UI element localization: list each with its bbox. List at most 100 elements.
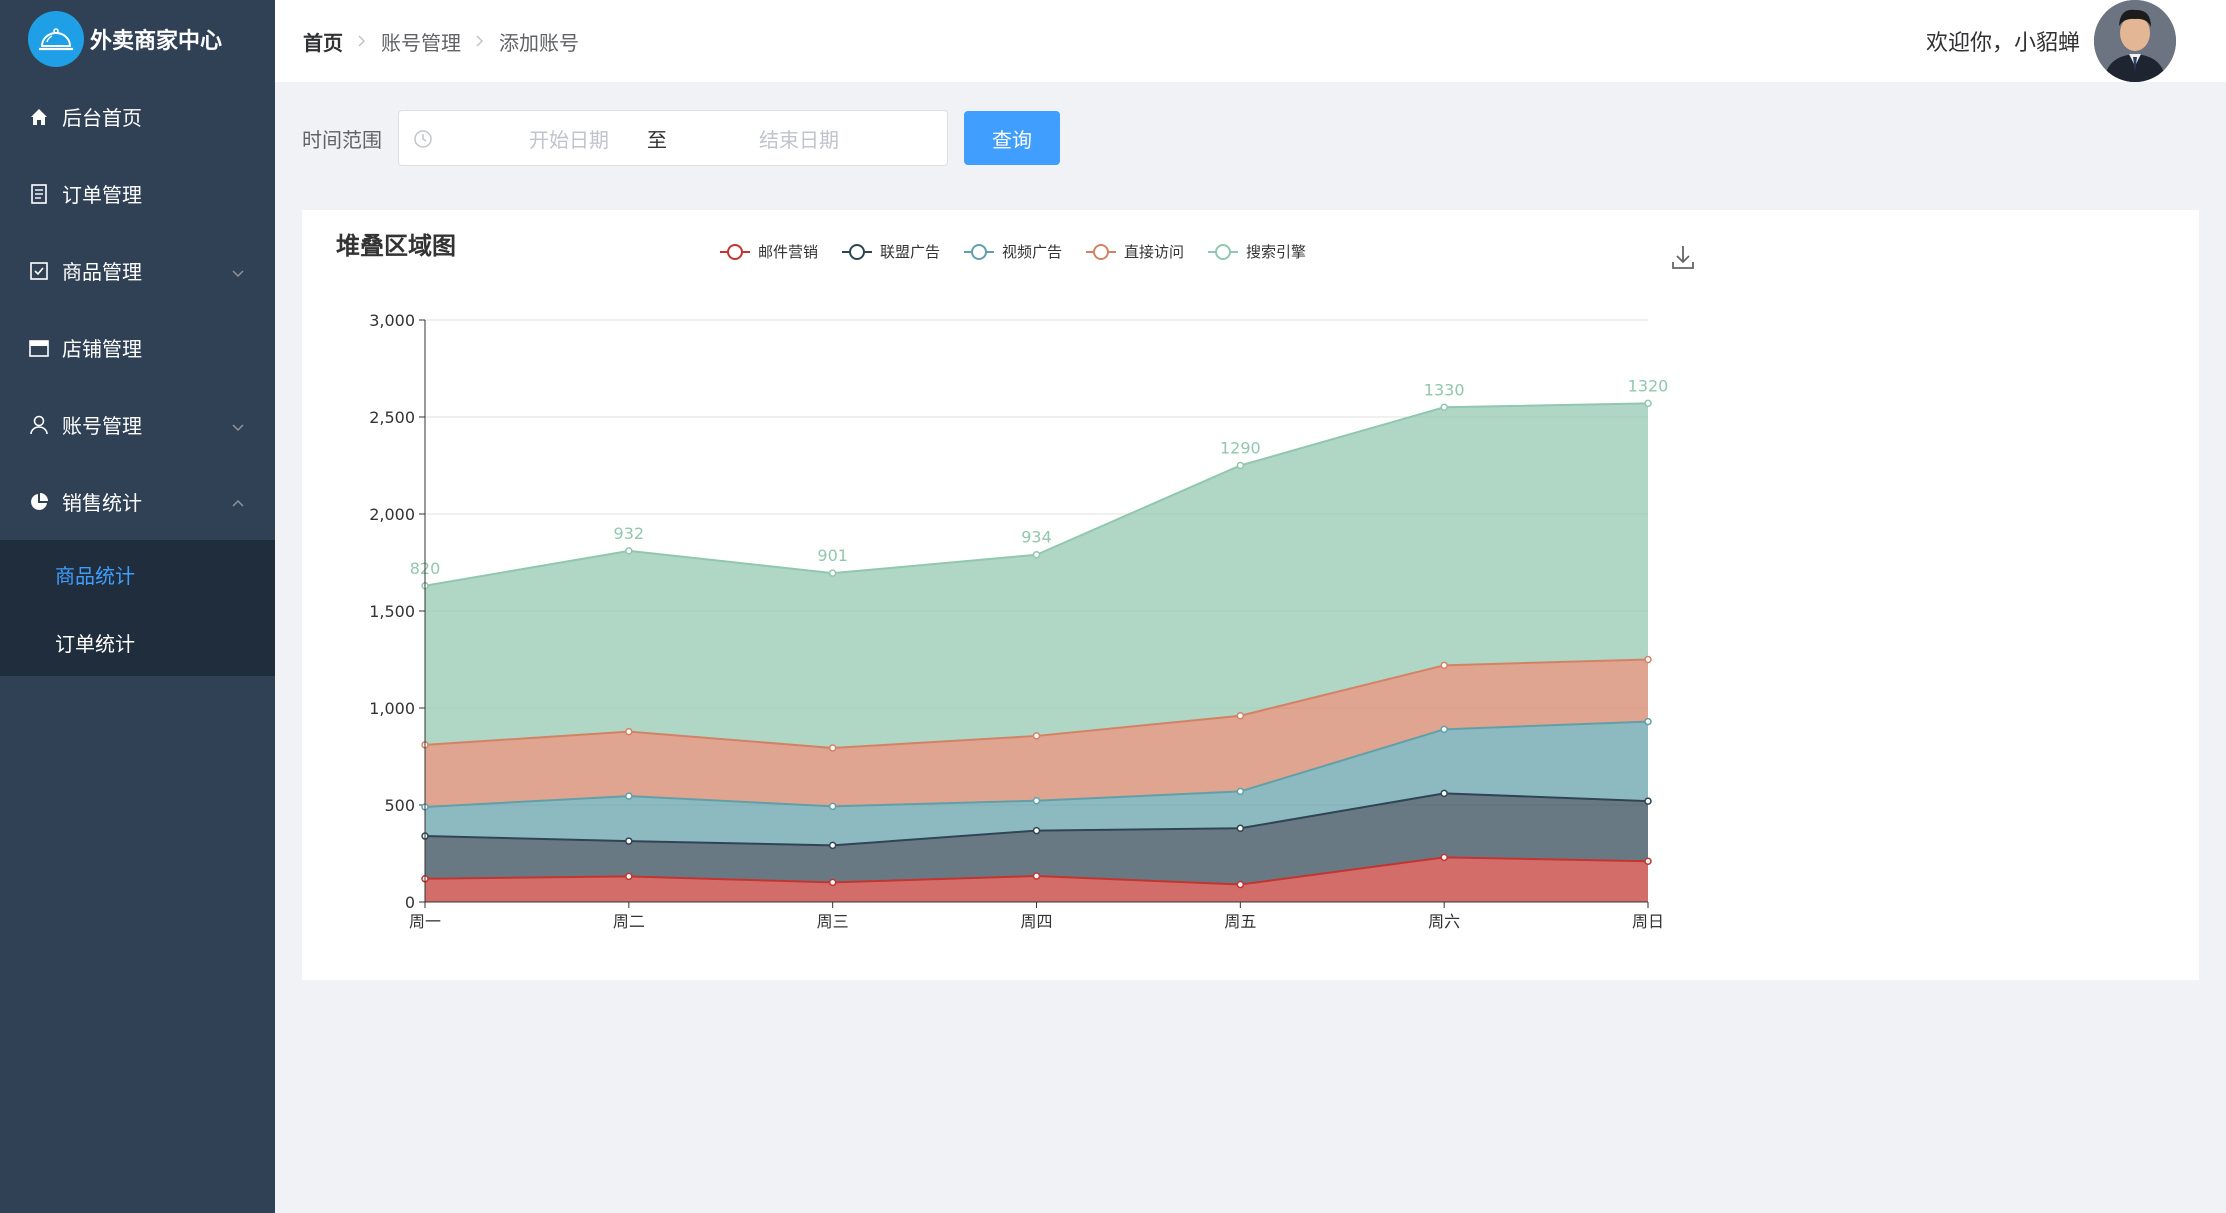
breadcrumb-accounts[interactable]: 账号管理 <box>381 27 461 56</box>
data-point <box>1644 717 1652 726</box>
sidebar: 外卖商家中心 后台首页 订单管理 商品管理 店铺管理 账号管理 销售统计 商品统… <box>0 0 275 1213</box>
data-point <box>1644 399 1652 408</box>
data-label: 1290 <box>1220 439 1261 458</box>
legend-label: 搜索引擎 <box>1246 243 1306 261</box>
date-range-picker[interactable]: 开始日期 至 结束日期 <box>398 110 948 166</box>
chart-card: 堆叠区域图 0 500 1,000 1,500 2,000 2,500 3,000 820 932… <box>302 210 2199 980</box>
data-point <box>1236 461 1245 470</box>
x-tick-label: 周一 <box>409 912 441 931</box>
sidebar-item-products[interactable]: 商品管理 <box>0 232 275 309</box>
user-icon <box>28 414 50 436</box>
breadcrumb-current: 添加账号 <box>499 30 579 55</box>
data-point <box>625 872 633 881</box>
start-date-input[interactable]: 开始日期 <box>469 124 669 153</box>
legend-marker <box>727 244 743 260</box>
sidebar-subitem-order-stats[interactable]: 订单统计 <box>0 608 275 676</box>
range-separator: 至 <box>647 127 667 152</box>
clock-icon <box>413 129 433 154</box>
data-label: 934 <box>1021 528 1052 547</box>
filter-bar: 时间范围 开始日期 至 结束日期 查询 <box>302 110 1060 166</box>
sidebar-item-label: 商品管理 <box>62 260 142 284</box>
sidebar-item-dashboard[interactable]: 后台首页 <box>0 78 275 155</box>
data-point <box>1440 853 1448 862</box>
data-point <box>1032 732 1041 740</box>
data-point <box>1644 797 1652 805</box>
data-point <box>1032 550 1041 559</box>
home-icon <box>28 106 50 128</box>
x-tick-label: 周四 <box>1020 912 1052 931</box>
data-point <box>625 837 633 845</box>
app-title: 外卖商家中心 <box>90 29 223 54</box>
welcome-text: 欢迎你，小貂蝉 <box>1925 31 2080 56</box>
data-point <box>1032 872 1041 880</box>
top-header: 首页 账号管理 添加账号 欢迎你，小貂蝉 <box>275 0 2226 82</box>
sales-stats-submenu: 商品统计 订单统计 <box>0 540 275 676</box>
breadcrumb-home[interactable]: 首页 <box>303 27 343 56</box>
sidebar-item-orders[interactable]: 订单管理 <box>0 155 275 232</box>
stacked-area-chart: 堆叠区域图05001,0001,5002,0002,5003,000820932… <box>336 232 1694 931</box>
pie-chart-icon <box>28 491 50 513</box>
data-label: 1320 <box>1628 376 1669 395</box>
y-tick-label: 1,500 <box>369 602 415 621</box>
data-label: 1330 <box>1424 380 1465 399</box>
sidebar-subitem-product-stats[interactable]: 商品统计 <box>0 540 275 608</box>
data-point <box>1236 880 1245 889</box>
sidebar-item-sales-stats[interactable]: 销售统计 <box>0 463 275 540</box>
data-point <box>1440 661 1448 670</box>
data-point <box>1236 824 1245 833</box>
breadcrumb-separator-icon <box>475 29 485 53</box>
y-tick-label: 1,000 <box>369 699 415 718</box>
data-point <box>828 841 837 850</box>
x-tick-label: 周六 <box>1428 912 1460 931</box>
sidebar-item-shop[interactable]: 店铺管理 <box>0 309 275 386</box>
logo[interactable]: 外卖商家中心 <box>0 0 275 78</box>
legend-marker <box>849 244 865 260</box>
legend-marker <box>971 244 987 260</box>
data-point <box>828 802 837 811</box>
y-tick-label: 3,000 <box>369 311 415 330</box>
sidebar-item-label: 账号管理 <box>62 414 142 438</box>
data-point <box>828 878 837 887</box>
data-point <box>1236 787 1245 796</box>
legend-marker <box>1093 244 1109 260</box>
document-icon <box>28 183 50 205</box>
breadcrumb-separator-icon <box>357 29 367 53</box>
chart-title: 堆叠区域图 <box>336 232 456 260</box>
legend-label: 直接访问 <box>1124 243 1184 261</box>
data-label: 901 <box>817 546 848 565</box>
sidebar-item-accounts[interactable]: 账号管理 <box>0 386 275 463</box>
data-label: 932 <box>614 524 645 543</box>
sidebar-item-label: 店铺管理 <box>62 337 142 361</box>
data-point <box>1032 826 1041 835</box>
data-point <box>625 792 633 800</box>
sidebar-item-label: 销售统计 <box>62 491 142 515</box>
checklist-icon <box>28 260 50 282</box>
data-point <box>1644 857 1652 866</box>
data-point <box>828 744 837 752</box>
chevron-down-icon <box>231 259 245 283</box>
shop-icon <box>28 337 50 359</box>
data-point <box>1236 712 1245 720</box>
legend-label: 视频广告 <box>1002 243 1062 261</box>
data-point <box>1644 655 1652 664</box>
y-tick-label: 2,500 <box>369 408 415 427</box>
data-point <box>625 727 633 736</box>
x-tick-label: 周五 <box>1224 912 1256 931</box>
legend-label: 邮件营销 <box>758 243 818 261</box>
data-point <box>1440 403 1448 412</box>
breadcrumb: 首页 账号管理 添加账号 <box>303 0 579 82</box>
legend-label: 联盟广告 <box>880 243 940 261</box>
data-point <box>1032 796 1041 805</box>
x-tick-label: 周日 <box>1632 912 1664 931</box>
cloche-icon <box>28 11 84 67</box>
end-date-input[interactable]: 结束日期 <box>699 124 899 153</box>
time-range-label: 时间范围 <box>302 127 382 152</box>
chevron-down-icon <box>231 413 245 437</box>
avatar[interactable] <box>2094 0 2176 82</box>
query-button[interactable]: 查询 <box>964 111 1060 165</box>
y-tick-label: 0 <box>405 893 415 912</box>
sidebar-item-label: 订单管理 <box>62 183 142 207</box>
x-tick-label: 周三 <box>817 912 849 931</box>
download-icon[interactable] <box>1672 246 1694 269</box>
data-point <box>625 547 633 555</box>
